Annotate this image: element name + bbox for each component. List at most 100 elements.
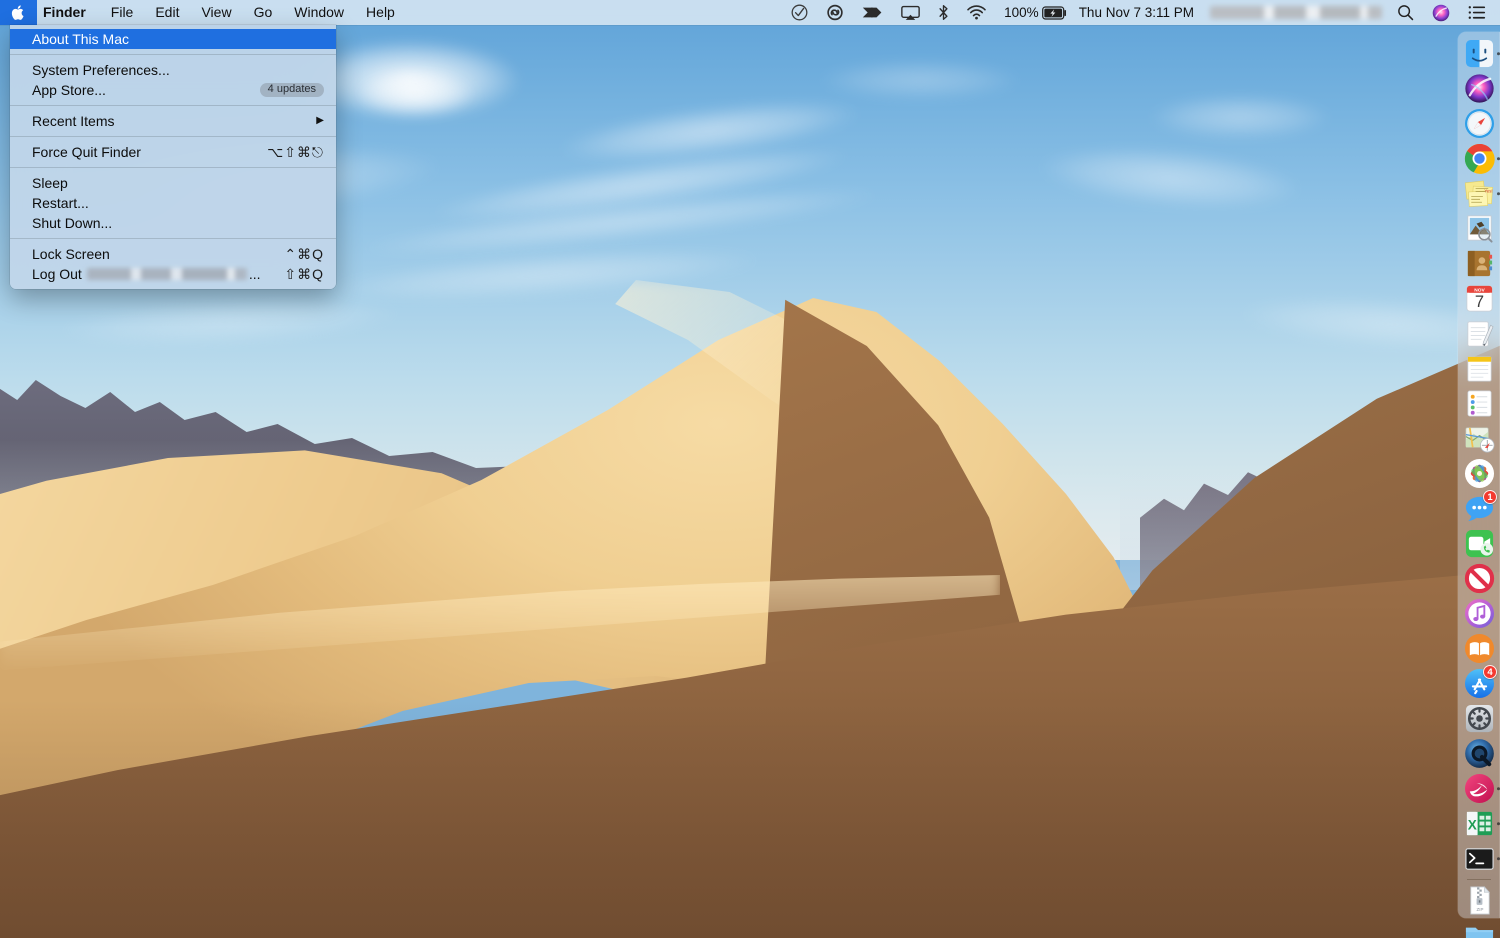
menu-bar-clock[interactable]: Thu Nov 7 3:11 PM (1069, 5, 1204, 20)
menu-item-about-this-mac[interactable]: About This Mac (10, 29, 336, 49)
menu-bar-item-window[interactable]: Window (283, 0, 355, 25)
checkmark-circle-icon (791, 4, 808, 21)
dock-item-google-chrome[interactable] (1462, 141, 1496, 176)
status-item-checkmark[interactable] (782, 0, 817, 25)
dock-item-notes[interactable] (1462, 351, 1496, 386)
menu-item-system-preferences[interactable]: System Preferences... (10, 60, 336, 80)
prohibited-icon (1464, 563, 1495, 594)
svg-text:Yes!: Yes! (1484, 189, 1492, 194)
cloud (820, 60, 1020, 100)
notes-icon (1464, 353, 1495, 384)
dock-item-reminders[interactable] (1462, 386, 1496, 421)
menu-bar-item-view[interactable]: View (190, 0, 242, 25)
apple-menu-button[interactable] (0, 0, 37, 25)
spotlight-search-button[interactable] (1388, 0, 1423, 25)
menu-bar-item-help[interactable]: Help (355, 0, 406, 25)
dock-item-stickies[interactable]: Yes! (1462, 176, 1496, 211)
dock-item-swift-app[interactable] (1462, 771, 1496, 806)
menu-item-label: Log Out (32, 266, 82, 282)
dock-item-calendar[interactable]: NOV 7 (1462, 281, 1496, 316)
dock-item-safari[interactable] (1462, 106, 1496, 141)
menu-item-label: Shut Down... (32, 215, 112, 231)
menu-item-label: About This Mac (32, 31, 129, 47)
apple-menu-dropdown: About This Mac System Preferences... App… (10, 25, 336, 289)
terminal-icon (1464, 843, 1495, 874)
excel-icon: X (1464, 808, 1495, 839)
status-item-airplay[interactable] (892, 0, 929, 25)
menu-separator (10, 54, 336, 55)
dock-item-blocked-app[interactable] (1462, 561, 1496, 596)
calendar-icon: NOV 7 (1464, 283, 1495, 314)
reminders-icon (1464, 388, 1495, 419)
menu-item-shortcut: ⌥⇧⌘⎋ (267, 144, 324, 161)
status-item-bluetooth[interactable] (929, 0, 958, 25)
app-store-updates-badge: 4 updates (260, 83, 324, 98)
dock-item-finder[interactable] (1462, 36, 1496, 71)
status-item-creative-cloud[interactable] (817, 0, 853, 25)
menu-item-recent-items[interactable]: Recent Items ▶ (10, 111, 336, 131)
finder-icon (1464, 38, 1495, 69)
control-center-icon (1468, 5, 1486, 20)
control-center-button[interactable] (1459, 0, 1492, 25)
bluetooth-icon (938, 4, 949, 21)
running-indicator (1497, 787, 1500, 791)
svg-text:ZIP: ZIP (1476, 907, 1483, 912)
dock-item-system-preferences[interactable] (1462, 701, 1496, 736)
menu-item-restart[interactable]: Restart... (10, 193, 336, 213)
menu-item-log-out[interactable]: Log Out ... ⇧⌘Q (10, 264, 336, 284)
menu-bar-status-area: 100% Thu Nov 7 3:11 PM (782, 0, 1500, 25)
siri-icon (1464, 73, 1495, 104)
menu-item-label: System Preferences... (32, 62, 170, 78)
dock-item-terminal[interactable] (1462, 841, 1496, 876)
dock-item-notes-pencil[interactable] (1462, 316, 1496, 351)
messages-badge: 1 (1483, 490, 1497, 504)
blue-folder-icon (1464, 920, 1495, 938)
menu-item-sleep[interactable]: Sleep (10, 173, 336, 193)
running-indicator (1497, 157, 1500, 161)
status-item-transmit[interactable] (853, 0, 892, 25)
apple-logo-icon (11, 4, 26, 21)
menu-item-shut-down[interactable]: Shut Down... (10, 213, 336, 233)
dock-item-zip-archive[interactable]: ZIP (1462, 883, 1496, 918)
swift-bird-icon (1464, 773, 1495, 804)
status-item-wifi[interactable] (958, 0, 995, 25)
menu-separator (10, 238, 336, 239)
running-indicator (1497, 52, 1500, 56)
menu-bar-item-file[interactable]: File (100, 0, 145, 25)
menu-separator (10, 105, 336, 106)
menu-bar-item-go[interactable]: Go (243, 0, 284, 25)
dock-item-app-store[interactable]: 4 (1462, 666, 1496, 701)
creative-cloud-icon (826, 4, 844, 21)
menu-bar-user-name-redacted[interactable] (1210, 6, 1382, 19)
dock-item-siri[interactable] (1462, 71, 1496, 106)
dock-item-ibooks[interactable] (1462, 631, 1496, 666)
dock-item-facetime[interactable] (1462, 526, 1496, 561)
dock-item-photos[interactable] (1462, 456, 1496, 491)
menu-item-label: Sleep (32, 175, 68, 191)
dock-item-itunes[interactable] (1462, 596, 1496, 631)
menu-bar-item-finder[interactable]: Finder (37, 0, 100, 25)
siri-button[interactable] (1423, 0, 1459, 25)
dock-item-quicktime-player[interactable] (1462, 736, 1496, 771)
dock-item-microsoft-excel[interactable]: X (1462, 806, 1496, 841)
ibooks-icon (1464, 633, 1495, 664)
menu-bar: Finder File Edit View Go Window Help (0, 0, 1500, 25)
dock-item-downloads-folder[interactable] (1462, 918, 1496, 938)
zip-file-icon: ZIP (1464, 885, 1495, 916)
battery-charging-icon (1042, 6, 1067, 20)
menu-item-lock-screen[interactable]: Lock Screen ⌃⌘Q (10, 244, 336, 264)
running-indicator (1497, 857, 1500, 861)
siri-icon (1432, 4, 1450, 22)
dock-item-messages[interactable]: 1 (1462, 491, 1496, 526)
status-item-battery[interactable]: 100% (995, 0, 1069, 25)
dock-item-maps[interactable] (1462, 421, 1496, 456)
menu-bar-item-edit[interactable]: Edit (144, 0, 190, 25)
menu-item-shortcut: ⇧⌘Q (284, 266, 324, 283)
dock-item-contacts[interactable] (1462, 246, 1496, 281)
dock-item-preview[interactable] (1462, 211, 1496, 246)
app-store-badge: 4 (1483, 665, 1497, 679)
menu-item-app-store[interactable]: App Store... 4 updates (10, 80, 336, 100)
svg-text:7: 7 (1474, 293, 1483, 311)
menu-item-force-quit-finder[interactable]: Force Quit Finder ⌥⇧⌘⎋ (10, 142, 336, 162)
menu-item-ellipsis: ... (249, 266, 261, 282)
